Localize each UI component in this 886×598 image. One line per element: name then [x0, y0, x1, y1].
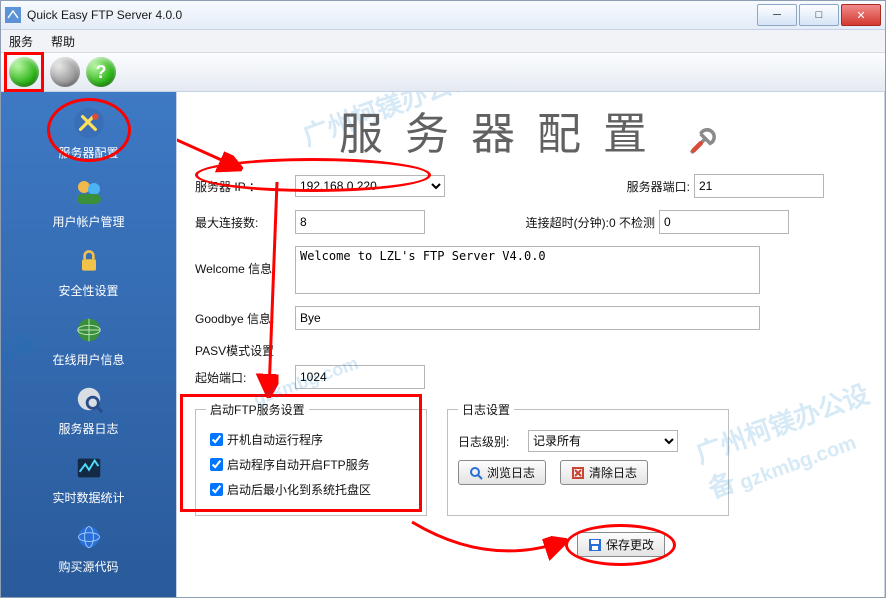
help-button[interactable]: ? [86, 57, 116, 87]
annotation-box-start [4, 52, 44, 92]
annotation-arrow-2 [176, 122, 257, 182]
heading-text: 服务器配置 [339, 110, 669, 159]
delete-icon [571, 466, 585, 480]
wrench-icon [684, 120, 722, 158]
globe-users-icon [72, 313, 106, 347]
log-level-select[interactable]: 记录所有 [528, 430, 678, 452]
log-level-label: 日志级别: [458, 433, 528, 450]
sidebar-item-log[interactable]: 服务器日志 [1, 382, 176, 437]
search-icon [469, 466, 483, 480]
sidebar-item-label: 服务器日志 [58, 420, 118, 437]
users-icon [72, 175, 106, 209]
sidebar-item-label: 用户帐户管理 [52, 213, 124, 230]
annotation-arrow-4 [407, 512, 577, 562]
sidebar-item-label: 安全性设置 [58, 282, 118, 299]
minimize-button[interactable]: ─ [757, 4, 797, 26]
annotation-box-startup [180, 394, 422, 512]
annotation-arrow-1 [176, 92, 217, 102]
start-port-input[interactable] [295, 365, 425, 389]
log-fieldset: 日志设置 日志级别: 记录所有 浏览日志 清除日志 [447, 401, 729, 516]
start-server-button[interactable] [9, 57, 39, 87]
page-title: 服务器配置 [195, 98, 866, 162]
menu-service[interactable]: 服务 [5, 31, 37, 52]
browse-log-button[interactable]: 浏览日志 [458, 460, 546, 485]
timeout-label: 连接超时(分钟):0 不检测 [475, 214, 659, 231]
log-legend: 日志设置 [458, 401, 514, 418]
globe-icon [72, 520, 106, 554]
max-conn-input[interactable] [295, 210, 425, 234]
sidebar-item-label: 购买源代码 [58, 558, 118, 575]
sidebar-item-buy[interactable]: 购买源代码 [1, 520, 176, 575]
close-button[interactable]: ✕ [841, 4, 881, 26]
server-port-label: 服务器端口: [545, 178, 694, 195]
annotation-arrow-3 [257, 182, 297, 402]
toolbar: ? [1, 53, 885, 92]
client-area: 服务器配置 用户帐户管理 安全性设置 在线用户信息 服务器日志 实时数据统计 [1, 92, 885, 598]
window-title: Quick Easy FTP Server 4.0.0 [27, 8, 757, 22]
clear-log-label: 清除日志 [589, 464, 637, 481]
clear-log-button[interactable]: 清除日志 [560, 460, 648, 485]
annotation-ellipse-sidebar [47, 98, 131, 162]
timeout-input[interactable] [659, 210, 789, 234]
stats-icon [72, 451, 106, 485]
sidebar-item-stats[interactable]: 实时数据统计 [1, 451, 176, 506]
sidebar-item-users[interactable]: 用户帐户管理 [1, 175, 176, 230]
app-window: Quick Easy FTP Server 4.0.0 ─ □ ✕ 服务 帮助 … [0, 0, 886, 598]
sidebar-item-server-config[interactable]: 服务器配置 [1, 106, 176, 161]
sidebar-item-online-users[interactable]: 在线用户信息 [1, 313, 176, 368]
titlebar: Quick Easy FTP Server 4.0.0 ─ □ ✕ [1, 1, 885, 30]
menu-help[interactable]: 帮助 [47, 31, 79, 52]
server-port-input[interactable] [694, 174, 824, 198]
annotation-ellipse-save [565, 524, 676, 566]
menubar: 服务 帮助 [1, 30, 885, 53]
goodbye-input[interactable] [295, 306, 760, 330]
lock-icon [72, 244, 106, 278]
browse-log-label: 浏览日志 [487, 464, 535, 481]
window-buttons: ─ □ ✕ [757, 4, 881, 26]
sidebar-item-security[interactable]: 安全性设置 [1, 244, 176, 299]
sidebar: 服务器配置 用户帐户管理 安全性设置 在线用户信息 服务器日志 实时数据统计 [1, 92, 176, 598]
log-icon [72, 382, 106, 416]
app-icon [5, 7, 21, 23]
sidebar-item-label: 实时数据统计 [52, 489, 124, 506]
sidebar-item-label: 在线用户信息 [52, 351, 124, 368]
welcome-textarea[interactable]: Welcome to LZL's FTP Server V4.0.0 [295, 246, 760, 294]
main-panel: 广州柯镁办公设备 广州柯镁办公设备 gzkmbg.com 服务器配置 服务器 I… [176, 92, 885, 598]
stop-server-button[interactable] [50, 57, 80, 87]
maximize-button[interactable]: □ [799, 4, 839, 26]
